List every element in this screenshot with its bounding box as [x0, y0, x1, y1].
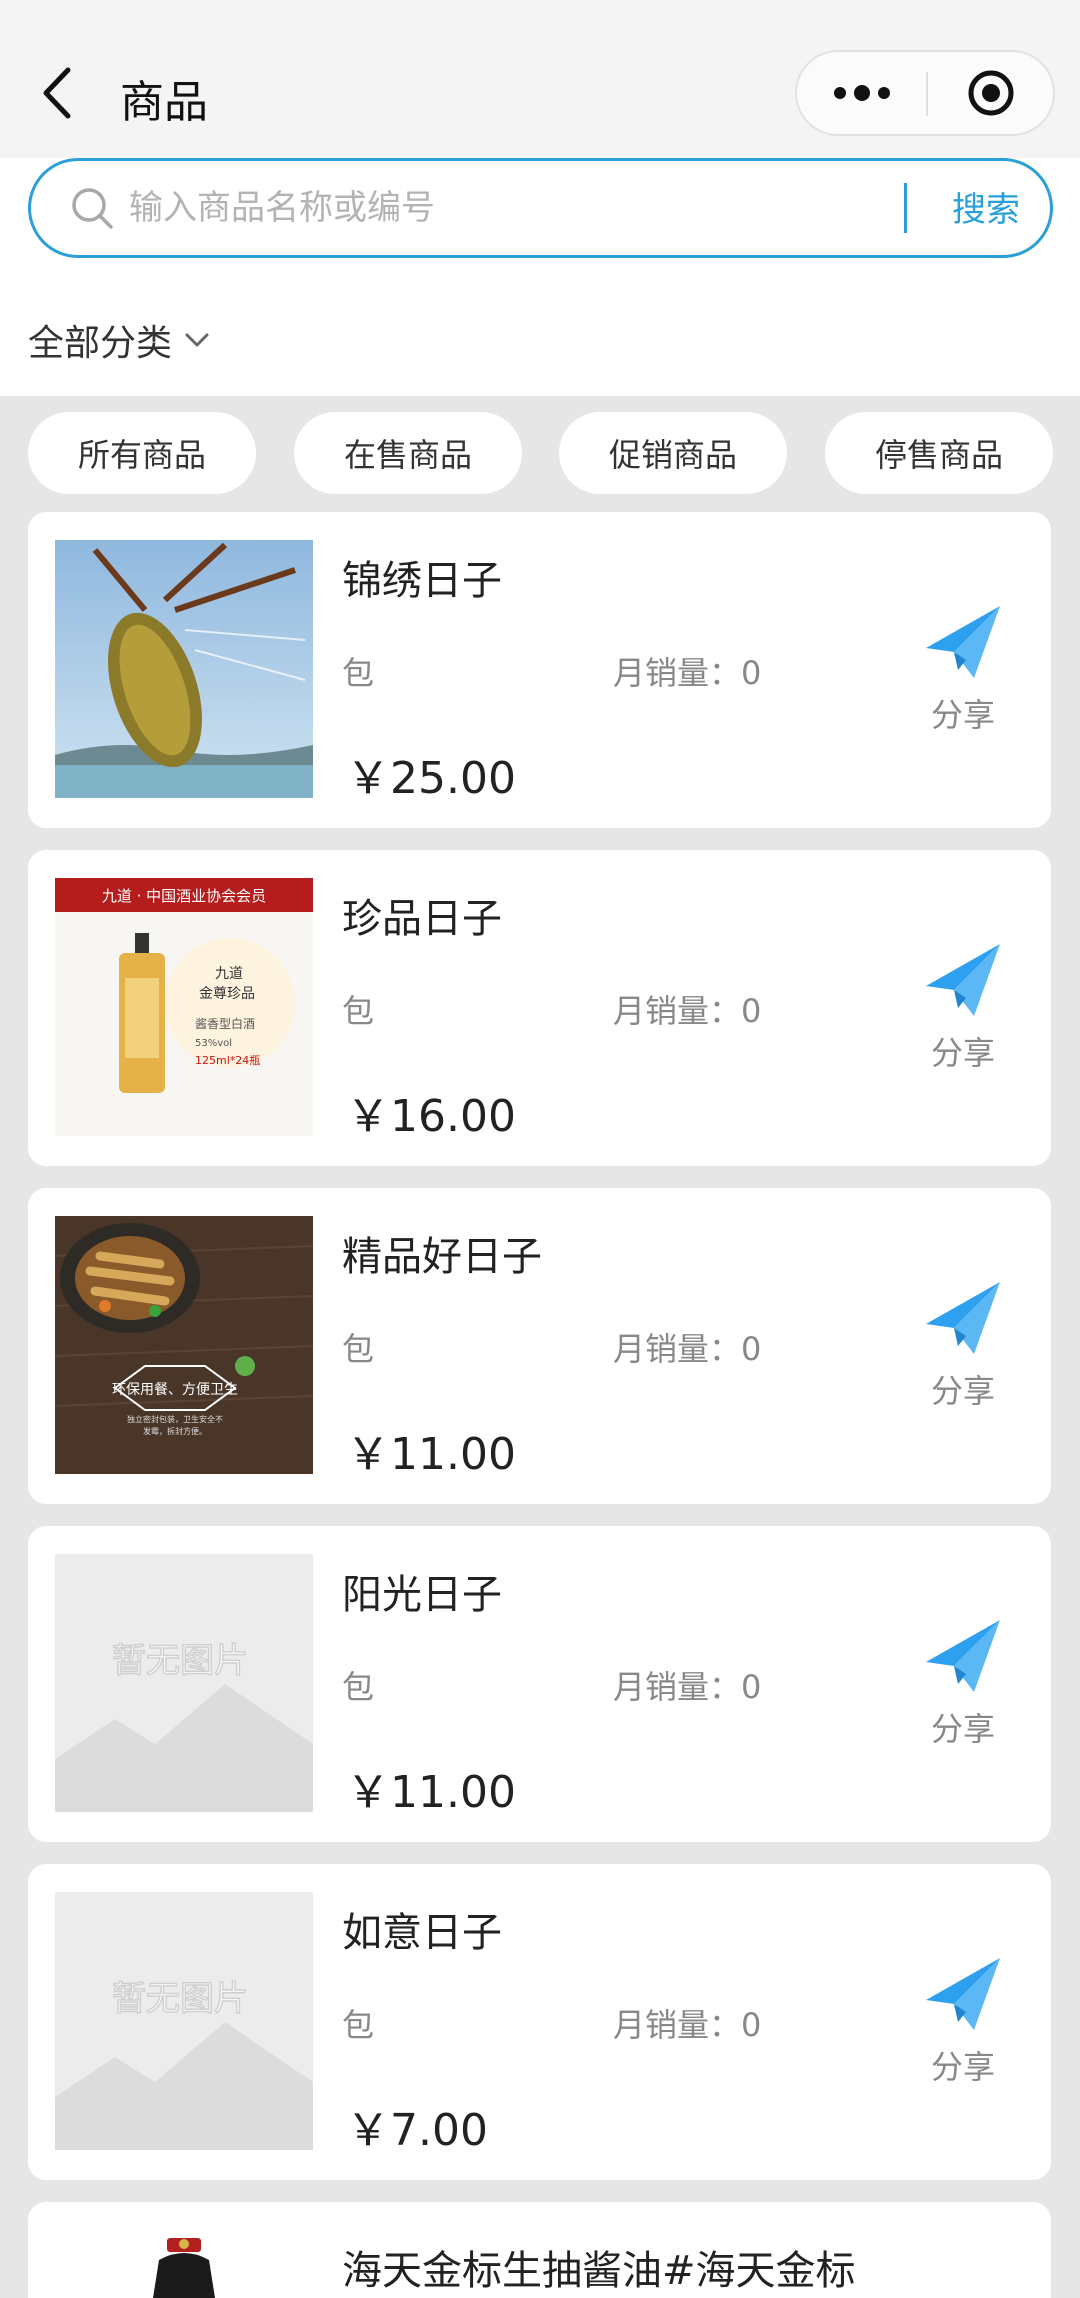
product-name: 精品好日子	[342, 1234, 542, 1280]
category-label: 全部分类	[28, 323, 173, 364]
paper-plane-icon	[926, 1620, 1000, 1692]
product-price: ￥11.00	[346, 1767, 516, 1818]
share-label: 分享	[930, 2048, 995, 2086]
product-card[interactable]: 环保用餐、方便卫生 独立密封包装，卫生安全不 发霉，拆封方便。 精品好日子 包 …	[28, 1188, 1051, 1504]
share-button[interactable]: 分享	[908, 942, 1018, 1082]
target-icon	[968, 70, 1014, 116]
product-name: 如意日子	[342, 1910, 502, 1956]
monthly-sales: 月销量：0	[613, 1668, 762, 1706]
share-button[interactable]: 分享	[908, 1956, 1018, 2096]
svg-text:独立密封包装，卫生安全不: 独立密封包装，卫生安全不	[127, 1414, 223, 1424]
product-name: 锦绣日子	[342, 558, 502, 604]
product-image	[55, 540, 313, 798]
page-title: 商品	[120, 77, 208, 128]
status-tabs: 所有商品 在售商品 促销商品 停售商品	[28, 412, 1053, 494]
tab-discontinued[interactable]: 停售商品	[825, 412, 1053, 494]
svg-text:金尊珍品: 金尊珍品	[199, 985, 255, 1002]
product-price: ￥16.00	[346, 1091, 516, 1142]
tab-promotion[interactable]: 促销商品	[559, 412, 787, 494]
monthly-sales: 月销量：0	[613, 1330, 762, 1368]
svg-text:暂无图片: 暂无图片	[112, 1641, 248, 1681]
share-button[interactable]: 分享	[908, 1280, 1018, 1420]
mini-program-capsule	[795, 50, 1055, 136]
tab-on-sale[interactable]: 在售商品	[294, 412, 522, 494]
monthly-sales: 月销量：0	[613, 654, 762, 692]
svg-text:九道 · 中国酒业协会会员: 九道 · 中国酒业协会会员	[102, 887, 266, 905]
paper-plane-icon	[926, 944, 1000, 1016]
more-button[interactable]	[797, 52, 927, 134]
product-image: 九道 · 中国酒业协会会员 九道 金尊珍品 酱香型白酒 53%vol 125ml…	[55, 878, 313, 1136]
svg-text:九道: 九道	[215, 966, 243, 982]
product-card[interactable]: 锦绣日子 包 月销量：0 ￥25.00 分享	[28, 512, 1051, 828]
category-dropdown[interactable]: 全部分类	[28, 315, 212, 365]
product-unit: 包	[342, 1668, 375, 1706]
product-image: 环保用餐、方便卫生 独立密封包装，卫生安全不 发霉，拆封方便。	[55, 1216, 313, 1474]
search-button[interactable]: 搜索	[931, 183, 1041, 237]
product-image: 暂无图片	[55, 1892, 313, 2150]
paper-plane-icon	[926, 1282, 1000, 1354]
product-name: 阳光日子	[342, 1572, 502, 1618]
product-image: 暂无图片	[55, 1554, 313, 1812]
product-name: 海天金标生抽酱油#海天金标	[342, 2248, 856, 2294]
product-unit: 包	[342, 654, 375, 692]
share-label: 分享	[930, 1034, 995, 1072]
product-card[interactable]: 海天金标生抽酱油#海天金标	[28, 2202, 1051, 2298]
paper-plane-icon	[926, 606, 1000, 678]
product-card[interactable]: 九道 · 中国酒业协会会员 九道 金尊珍品 酱香型白酒 53%vol 125ml…	[28, 850, 1051, 1166]
monthly-sales: 月销量：0	[613, 2006, 762, 2044]
tab-all-products[interactable]: 所有商品	[28, 412, 256, 494]
share-label: 分享	[930, 1710, 995, 1748]
search-divider	[904, 183, 907, 233]
product-image	[55, 2230, 313, 2298]
product-unit: 包	[342, 1330, 375, 1368]
product-unit: 包	[342, 2006, 375, 2044]
navigation-bar: 商品	[0, 0, 1080, 158]
back-button[interactable]	[30, 58, 82, 128]
chevron-left-icon	[43, 67, 71, 119]
product-price: ￥7.00	[346, 2105, 488, 2156]
search-icon	[72, 188, 113, 229]
paper-plane-icon	[926, 1958, 1000, 2030]
search-input[interactable]	[129, 179, 909, 237]
product-price: ￥25.00	[346, 753, 516, 804]
monthly-sales: 月销量：0	[613, 992, 762, 1030]
product-unit: 包	[342, 992, 375, 1030]
svg-text:53%vol: 53%vol	[195, 1038, 232, 1049]
svg-text:发霉，拆封方便。: 发霉，拆封方便。	[143, 1426, 207, 1436]
capsule-divider	[926, 72, 928, 116]
share-label: 分享	[930, 1372, 995, 1410]
share-button[interactable]: 分享	[908, 1618, 1018, 1758]
svg-text:酱香型白酒: 酱香型白酒	[195, 1016, 255, 1031]
svg-text:暂无图片: 暂无图片	[112, 1979, 248, 2019]
share-button[interactable]: 分享	[908, 604, 1018, 744]
share-label: 分享	[930, 696, 995, 734]
search-bar: 搜索	[28, 158, 1053, 258]
product-card[interactable]: 暂无图片 阳光日子 包 月销量：0 ￥11.00 分享	[28, 1526, 1051, 1842]
svg-text:环保用餐、方便卫生: 环保用餐、方便卫生	[112, 1382, 238, 1398]
product-name: 珍品日子	[342, 896, 502, 942]
product-price: ￥11.00	[346, 1429, 516, 1480]
svg-text:125ml*24瓶: 125ml*24瓶	[195, 1053, 260, 1067]
close-program-button[interactable]	[929, 52, 1053, 134]
chevron-down-icon	[185, 333, 209, 347]
product-card[interactable]: 暂无图片 如意日子 包 月销量：0 ￥7.00 分享	[28, 1864, 1051, 2180]
more-dots-icon	[834, 85, 890, 101]
